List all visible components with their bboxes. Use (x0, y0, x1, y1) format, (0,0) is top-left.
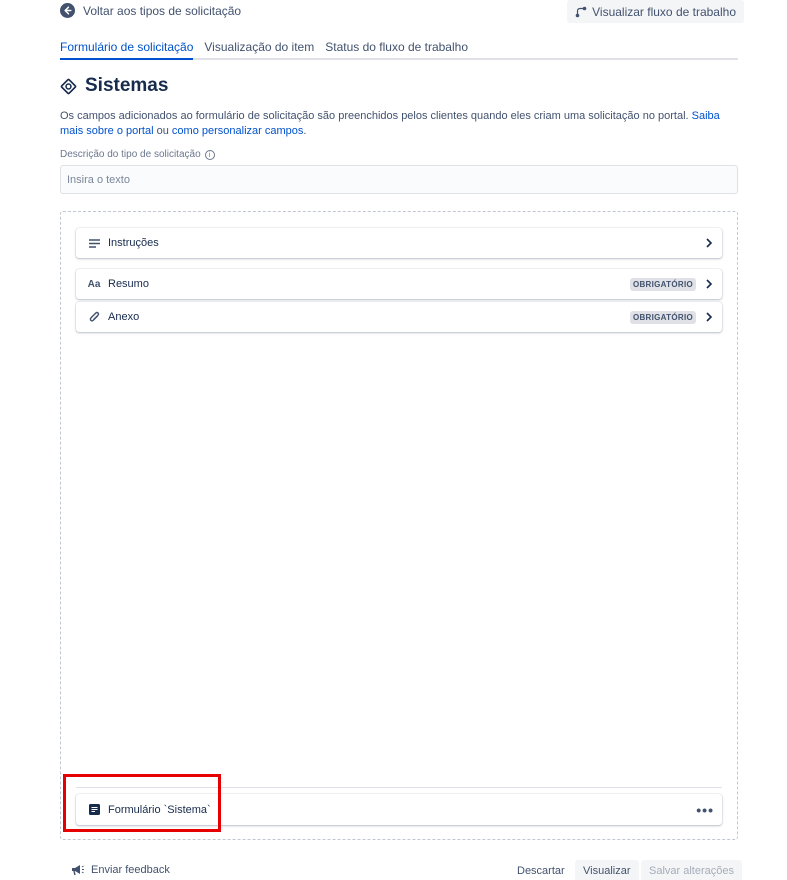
megaphone-icon (72, 865, 84, 876)
required-badge: OBRIGATÓRIO (629, 277, 696, 291)
paperclip-icon (86, 310, 102, 324)
chevron-right-icon (706, 238, 713, 248)
required-badge: OBRIGATÓRIO (629, 310, 696, 324)
field-label: Anexo (108, 311, 140, 323)
info-icon[interactable]: i (204, 149, 215, 160)
footer-bar: Enviar feedback Descartar Visualizar Sal… (0, 860, 787, 880)
tab-workflow-status[interactable]: Status do fluxo de trabalho (325, 40, 468, 60)
description-label-text: Descrição do tipo de solicitação (60, 149, 201, 160)
tabs: Formulário de solicitação Visualização d… (60, 40, 738, 60)
discard-button[interactable]: Descartar (509, 860, 573, 880)
form-item-label: Formulário `Sistema` (108, 803, 211, 816)
tab-issue-view[interactable]: Visualização do item (204, 40, 314, 60)
intro-end: . (303, 125, 307, 137)
lifebuoy-icon (60, 78, 77, 94)
view-workflow-button[interactable]: Visualizar fluxo de trabalho (567, 0, 744, 23)
send-feedback-label: Enviar feedback (91, 863, 170, 876)
field-card-attachment[interactable]: Anexo OBRIGATÓRIO (76, 302, 722, 332)
chevron-right-icon (706, 279, 713, 289)
field-card-summary[interactable]: Aa Resumo OBRIGATÓRIO (76, 269, 722, 299)
intro-text: Os campos adicionados ao formulário de s… (60, 109, 744, 139)
text-lines-icon (86, 236, 102, 250)
text-format-icon: Aa (87, 278, 101, 290)
field-label: Resumo (108, 278, 149, 290)
arrow-left-circle-icon (60, 3, 75, 18)
intro-or: ou (156, 125, 169, 137)
preview-button[interactable]: Visualizar (575, 860, 639, 880)
intro-sentence: Os campos adicionados ao formulário de s… (60, 110, 689, 122)
field-label: Instruções (108, 237, 159, 249)
customize-fields-link[interactable]: como personalizar campos (172, 125, 303, 137)
send-feedback-button[interactable]: Enviar feedback (70, 863, 170, 876)
more-actions-icon[interactable]: ••• (696, 802, 714, 818)
field-card-instructions[interactable]: Instruções (76, 228, 722, 258)
description-input[interactable] (60, 165, 738, 194)
page-heading: Sistemas (60, 75, 168, 97)
workflow-icon (575, 6, 587, 17)
description-label: Descrição do tipo de solicitação i (60, 149, 215, 160)
view-workflow-label: Visualizar fluxo de trabalho (592, 4, 736, 19)
back-to-request-types-link[interactable]: Voltar aos tipos de solicitação (60, 3, 241, 18)
tab-request-form[interactable]: Formulário de solicitação (60, 40, 194, 60)
section-divider (76, 787, 722, 788)
form-icon (86, 803, 102, 817)
form-item-sistema[interactable]: Formulário `Sistema` ••• (76, 794, 722, 825)
chevron-right-icon (706, 312, 713, 322)
back-link-label: Voltar aos tipos de solicitação (83, 3, 242, 18)
save-changes-button[interactable]: Salvar alterações (641, 860, 742, 880)
page-title: Sistemas (85, 75, 169, 96)
